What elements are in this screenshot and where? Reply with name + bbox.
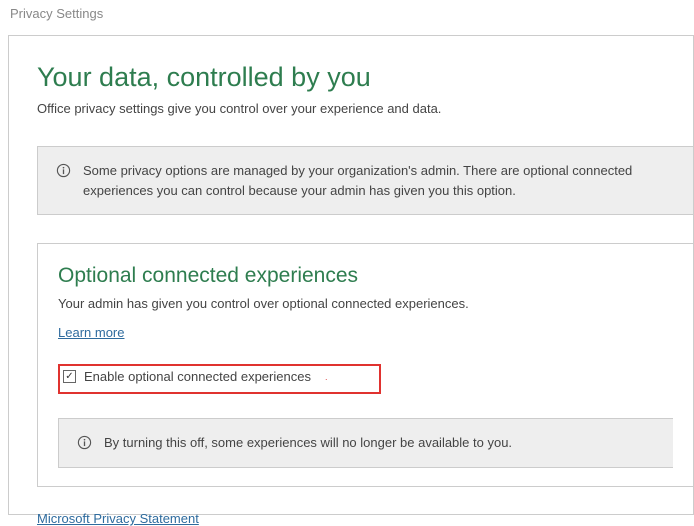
page-subheading: Office privacy settings give you control…: [37, 101, 693, 116]
checkbox-row: ✓ Enable optional connected experiences …: [54, 358, 673, 400]
admin-notice-text: Some privacy options are managed by your…: [83, 161, 677, 200]
admin-notice-bar: Some privacy options are managed by your…: [37, 146, 693, 215]
off-notice-bar: By turning this off, some experiences wi…: [58, 418, 673, 468]
section-title: Optional connected experiences: [58, 264, 673, 288]
highlight-box: ✓ Enable optional connected experiences …: [58, 364, 381, 394]
window-title: Privacy Settings: [0, 0, 694, 27]
footer-link-row: Microsoft Privacy Statement: [37, 511, 693, 526]
info-icon: [77, 435, 92, 453]
info-icon: [56, 163, 71, 181]
optional-connected-section: Optional connected experiences Your admi…: [37, 243, 693, 487]
page-heading: Your data, controlled by you: [37, 62, 693, 93]
learn-more-link[interactable]: Learn more: [58, 325, 124, 340]
section-desc: Your admin has given you control over op…: [58, 296, 673, 311]
off-notice-text: By turning this off, some experiences wi…: [104, 433, 512, 453]
privacy-statement-link[interactable]: Microsoft Privacy Statement: [37, 511, 199, 526]
checkbox-label: Enable optional connected experiences: [84, 369, 311, 384]
settings-panel: Your data, controlled by you Office priv…: [8, 35, 694, 515]
checkmark-icon: ✓: [65, 372, 73, 382]
enable-optional-checkbox[interactable]: ✓: [63, 370, 76, 383]
marker-icon: .: [325, 372, 328, 382]
